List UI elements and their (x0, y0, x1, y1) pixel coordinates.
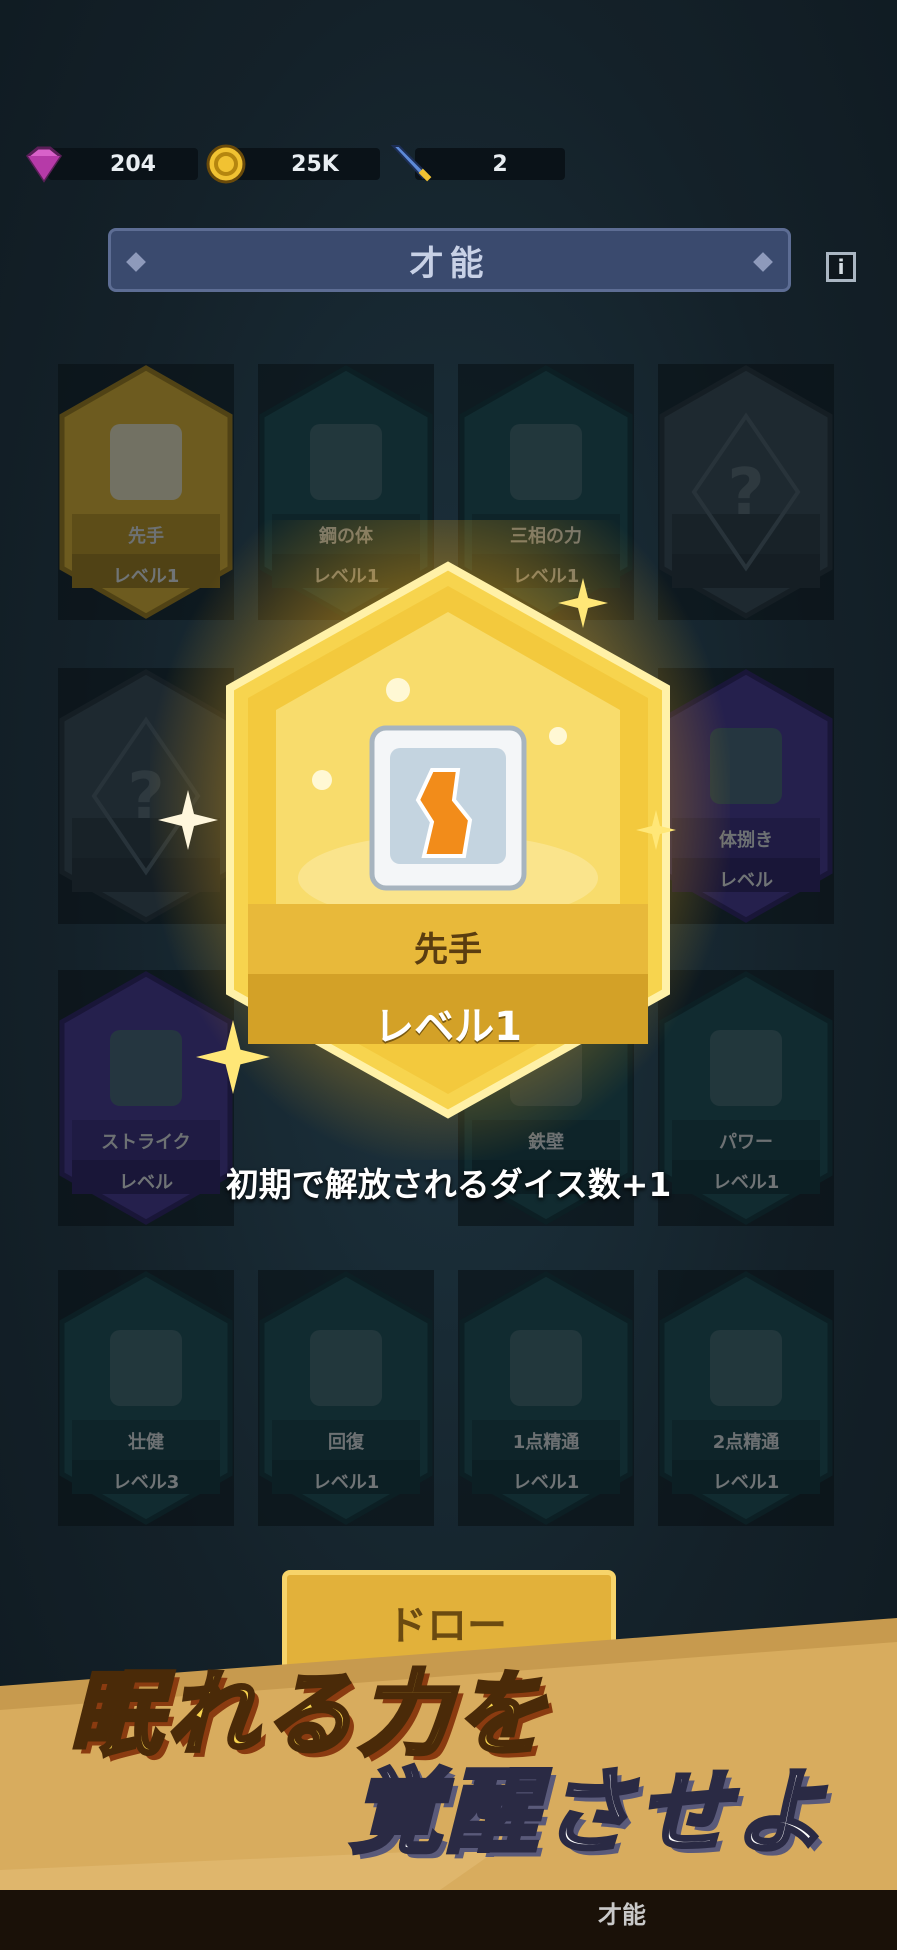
sparkle-icon (196, 1020, 270, 1094)
highlight-description: 初期で解放されるダイス数+1 (225, 1165, 672, 1204)
sparkle-icon (558, 578, 608, 628)
talent-tile[interactable]: 1点精通レベル1 (458, 1270, 634, 1526)
sparkle-icon (636, 810, 676, 850)
sword-count: 2 (492, 152, 508, 177)
highlight-level: レベル1 (374, 1004, 522, 1050)
coin-icon (206, 144, 246, 184)
sparkle-icon (158, 790, 218, 850)
page-title: 才能 (409, 243, 490, 284)
talent-tile[interactable]: 2点精通レベル1 (658, 1270, 834, 1526)
highlight-card[interactable]: 先手 レベル1 (158, 560, 678, 1120)
gem-icon (25, 146, 63, 183)
gem-count: 204 (110, 152, 156, 177)
tile-dim-overlay (458, 1270, 634, 1526)
talent-title-banner: 才能 (108, 228, 791, 292)
tile-dim-overlay (658, 1270, 834, 1526)
tab-talent[interactable]: 才能 (598, 1895, 646, 1930)
talent-tile[interactable]: 回復レベル1 (258, 1270, 434, 1526)
sword-icon (390, 145, 432, 182)
coin-count: 25K (291, 152, 339, 177)
talent-tile[interactable]: 壮健レベル3 (58, 1270, 234, 1526)
info-button[interactable]: i (826, 252, 856, 282)
tile-dim-overlay (58, 1270, 234, 1526)
dice-icon (369, 725, 527, 891)
tile-dim-overlay (258, 1270, 434, 1526)
highlight-name: 先手 (414, 930, 482, 970)
promo-line2: 覚醒させよ (348, 1757, 831, 1868)
